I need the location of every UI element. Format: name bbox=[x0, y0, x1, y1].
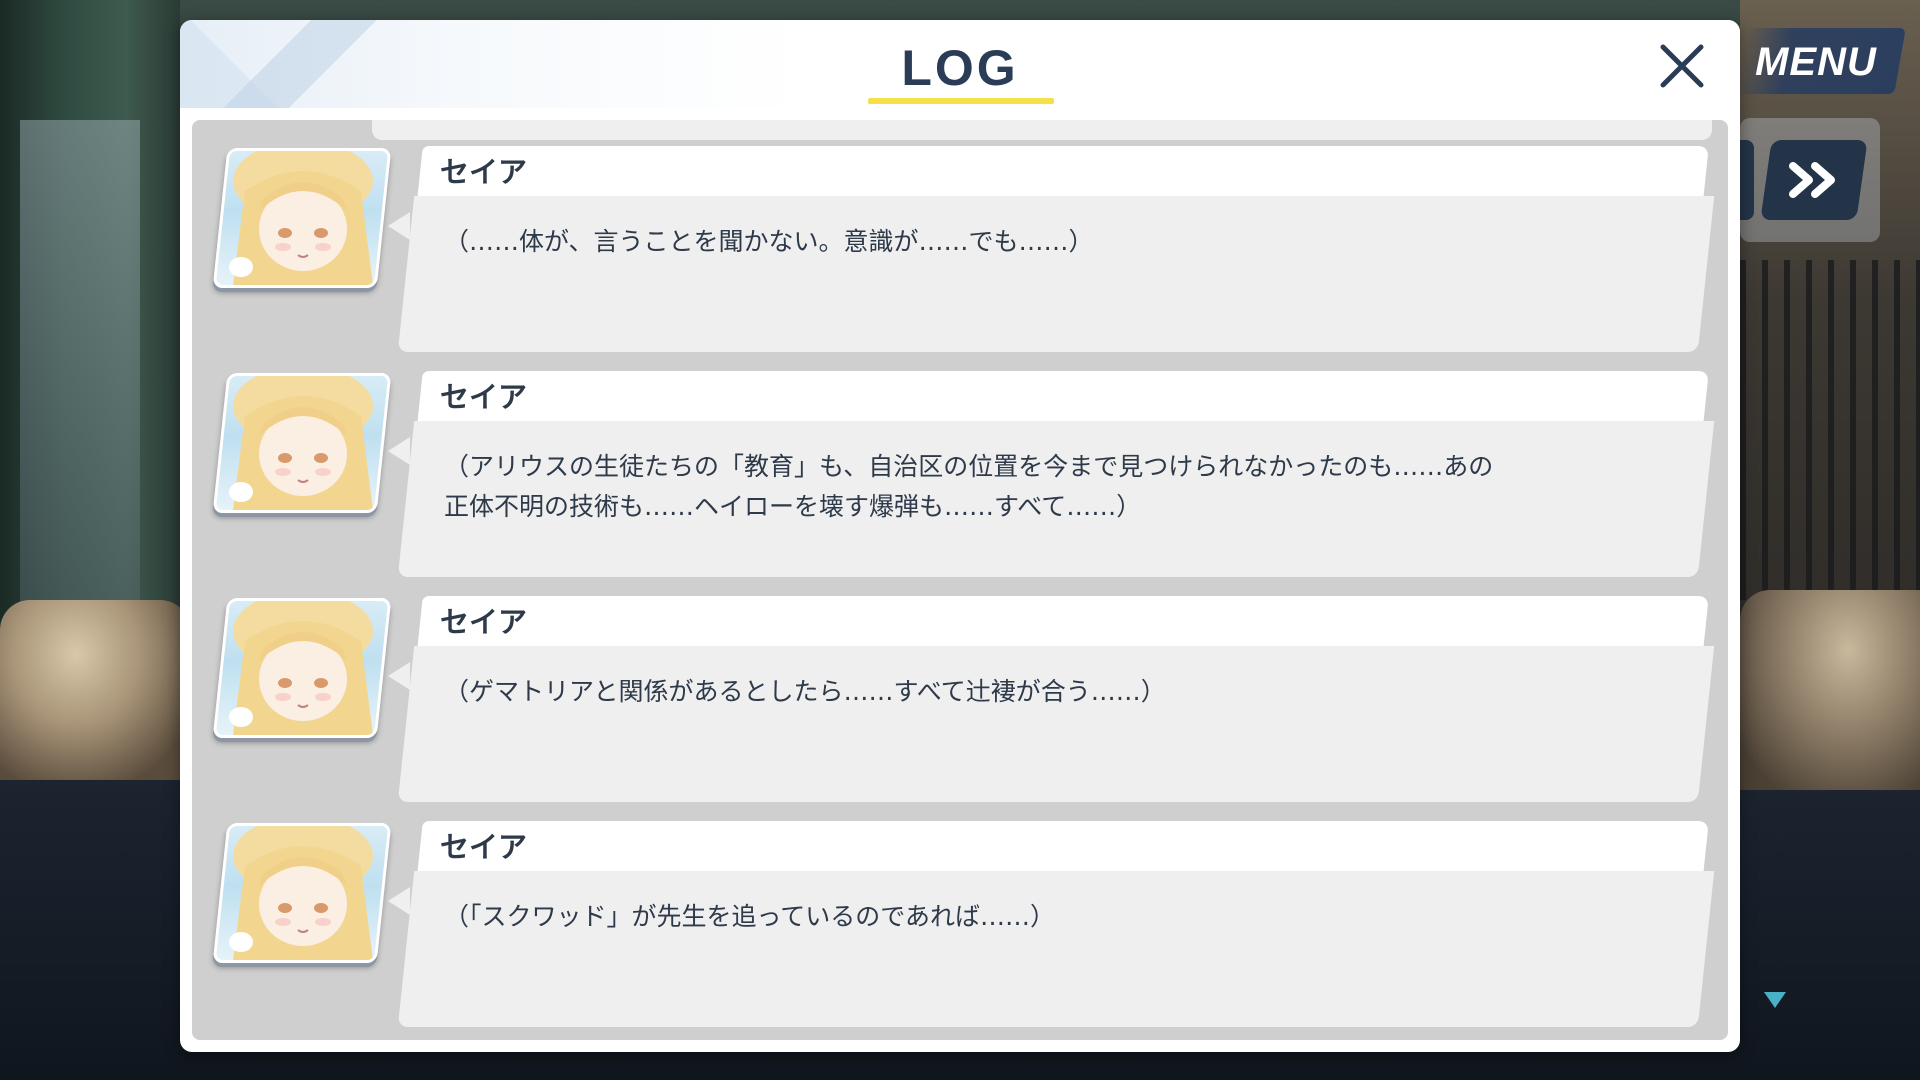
log-entry: セイア （「スクワッド」が先生を追っているのであれば……） bbox=[192, 817, 1728, 1037]
speaker-name: セイア bbox=[440, 605, 528, 639]
dialogue-text: （アリウスの生徒たちの「教育」も、自治区の位置を今まで見つけられなかったのも……… bbox=[444, 452, 1494, 521]
character-face-icon bbox=[229, 148, 373, 285]
dialogue-text: （ゲマトリアと関係があるとしたら……すべて辻褄が合う……） bbox=[444, 677, 1166, 706]
speaker-portrait bbox=[212, 598, 392, 738]
speech-bubble bbox=[397, 871, 1715, 1027]
speech-bubble-tail bbox=[388, 887, 410, 915]
header-decoration bbox=[180, 20, 420, 108]
dialogue-text: （……体が、言うことを聞かない。意識が……でも……） bbox=[444, 227, 1094, 256]
dialogue-text: （「スクワッド」が先生を追っているのであれば……） bbox=[444, 902, 1056, 931]
auto-button[interactable] bbox=[1740, 140, 1754, 220]
speaker-name: セイア bbox=[440, 380, 528, 414]
character-face-icon bbox=[229, 823, 373, 960]
log-title: LOG bbox=[901, 40, 1019, 96]
close-button[interactable] bbox=[1650, 34, 1714, 98]
log-dialog: LOG セイア （……体が、言うことを聞かない。意識が……でも……） セイア （… bbox=[180, 20, 1740, 1052]
skip-button[interactable] bbox=[1760, 140, 1868, 220]
previous-entry-edge bbox=[372, 120, 1712, 140]
close-icon bbox=[1660, 44, 1704, 88]
speaker-portrait bbox=[212, 373, 392, 513]
triangle-down-icon[interactable] bbox=[1762, 990, 1788, 1010]
speaker-portrait bbox=[212, 148, 392, 288]
background-sofa-right bbox=[1740, 590, 1920, 790]
background-fence bbox=[1740, 260, 1920, 600]
speaker-portrait bbox=[212, 823, 392, 963]
speech-bubble bbox=[397, 196, 1715, 352]
log-list[interactable]: セイア （……体が、言うことを聞かない。意識が……でも……） セイア （アリウス… bbox=[192, 120, 1728, 1040]
log-entry: セイア （……体が、言うことを聞かない。意識が……でも……） bbox=[192, 142, 1728, 362]
game-scene: MENU LOG セイア （……体が、言うことを聞かない。意識が……でも……） … bbox=[0, 0, 1920, 1080]
log-entry: セイア （ゲマトリアと関係があるとしたら……すべて辻褄が合う……） bbox=[192, 592, 1728, 812]
speech-bubble bbox=[397, 646, 1715, 802]
log-dialog-header: LOG bbox=[180, 20, 1740, 108]
background-sofa-left bbox=[0, 600, 190, 780]
character-face-icon bbox=[229, 373, 373, 510]
speaker-name: セイア bbox=[440, 830, 528, 864]
fast-forward-icon bbox=[1789, 162, 1835, 198]
title-underline bbox=[868, 98, 1054, 104]
log-entry: セイア （アリウスの生徒たちの「教育」も、自治区の位置を今まで見つけられなかった… bbox=[192, 367, 1728, 587]
speech-bubble-tail bbox=[388, 437, 410, 465]
speaker-name: セイア bbox=[440, 155, 528, 189]
speech-bubble-tail bbox=[388, 212, 410, 240]
menu-button-label[interactable]: MENU bbox=[1746, 36, 1886, 88]
background-window bbox=[20, 120, 140, 640]
character-face-icon bbox=[229, 598, 373, 735]
speech-bubble-tail bbox=[388, 662, 410, 690]
